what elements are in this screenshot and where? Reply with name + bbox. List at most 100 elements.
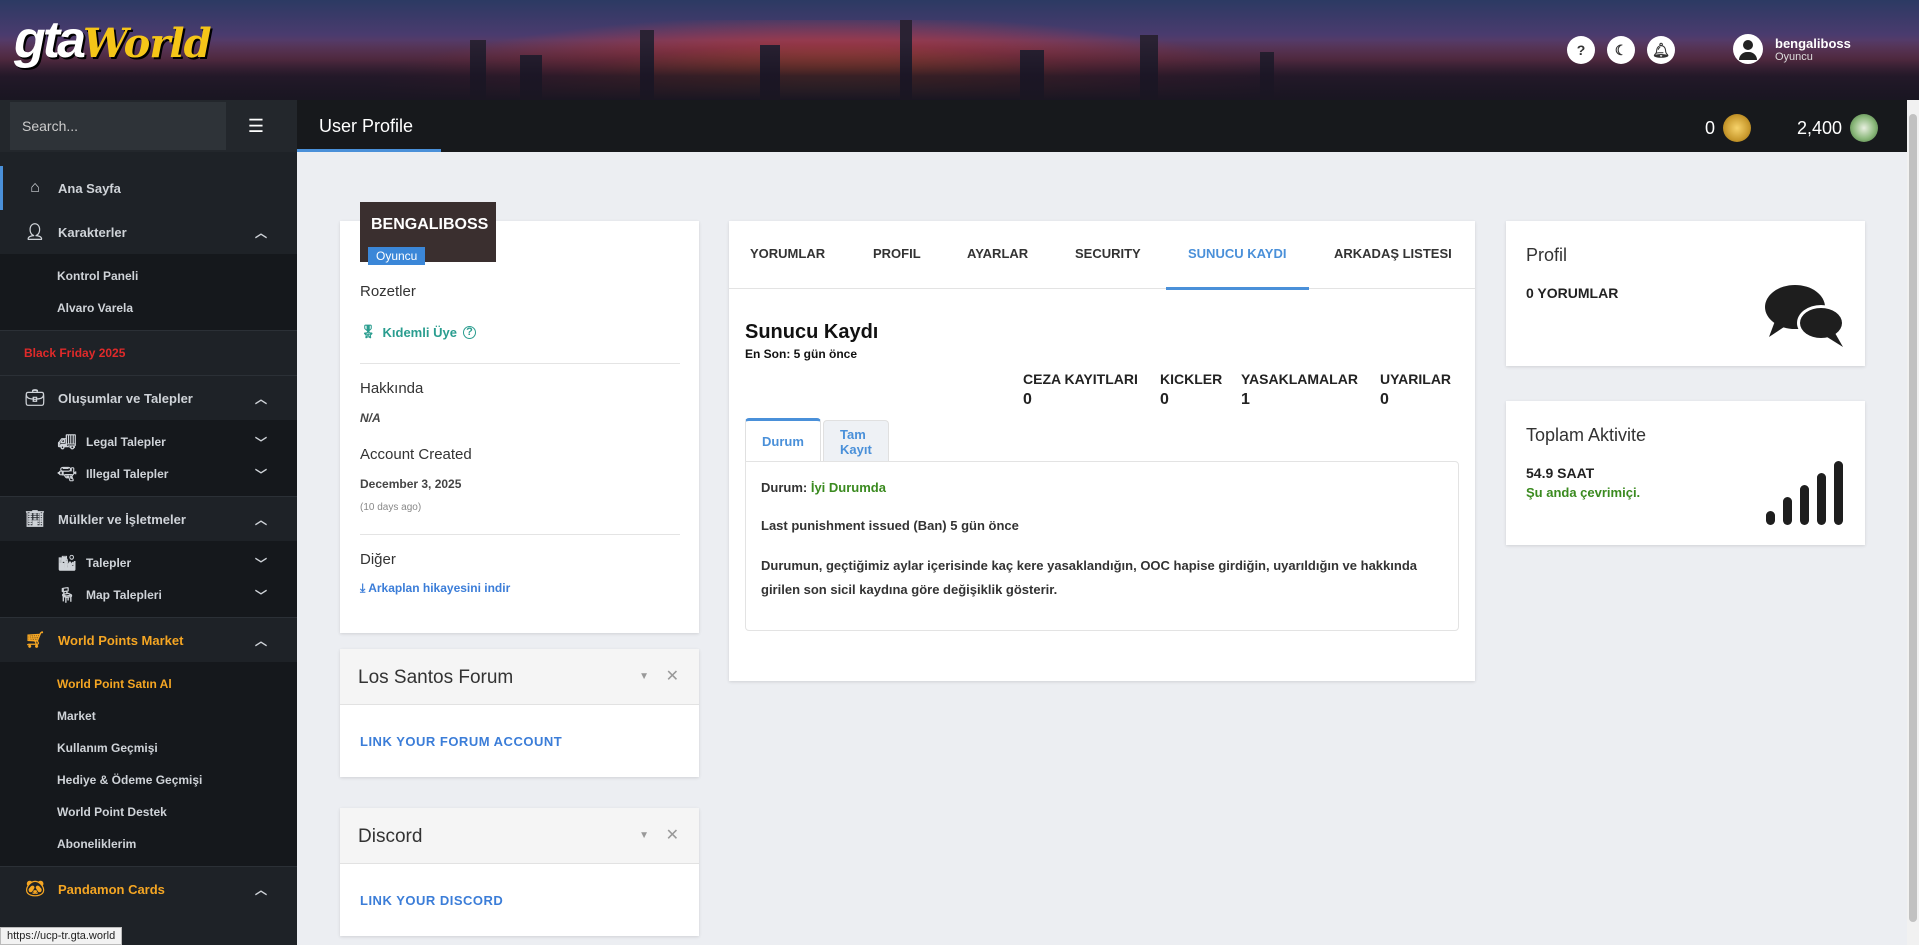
section-title: Sunucu Kaydı	[745, 321, 879, 343]
menu-toggle-button[interactable]: ☰	[226, 102, 286, 150]
sidebar-item-alvaro-varela[interactable]: Alvaro Varela	[0, 292, 297, 324]
tab-sunucu-kaydi[interactable]: SUNUCU KAYDI	[1188, 246, 1286, 261]
download-backstory-link[interactable]: ⤓ Arkaplan hikayesini indir	[360, 581, 510, 596]
page-scrollbar[interactable]	[1907, 100, 1919, 945]
forum-card: Los Santos Forum ▼ ✕ LINK YOUR FORUM ACC…	[340, 649, 699, 777]
notifications-button[interactable]: 🔔︎	[1647, 36, 1675, 64]
badges-label: Rozetler	[360, 283, 416, 300]
stat-ceza-kayitlari: CEZA KAYITLARI 0	[1023, 371, 1138, 408]
status-panel: Durum: İyi Durumda Last punishment issue…	[745, 461, 1459, 631]
topbar: User Profile 0 2,400	[297, 100, 1907, 152]
sidebar-item-ana-sayfa[interactable]: ⌂ Ana Sayfa	[0, 166, 297, 210]
close-icon[interactable]: ✕	[666, 666, 679, 686]
sidebar-item-pandamon-cards[interactable]: 🐼︎ Pandamon Cards ︿	[0, 867, 297, 911]
sidebar-item-kullanim-gecmisi[interactable]: Kullanım Geçmişi	[0, 732, 297, 764]
karakterler-submenu: Kontrol Paneli Alvaro Varela	[0, 254, 297, 330]
about-label: Hakkında	[360, 380, 424, 397]
last-updated: En Son: 5 gün önce	[745, 347, 858, 361]
sidebar-item-market[interactable]: Market	[0, 700, 297, 732]
sidebar-item-illegal-talepler[interactable]: 🔫︎ Illegal Talepler ﹀	[0, 458, 297, 490]
sidebar-item-kontrol-paneli[interactable]: Kontrol Paneli	[0, 260, 297, 292]
city-icon: 🏙︎	[57, 555, 77, 572]
sidebar-item-world-points-market[interactable]: 🛒︎ World Points Market ︿	[0, 618, 297, 662]
collapse-icon[interactable]: ▼	[639, 830, 649, 841]
sidebar-item-talepler[interactable]: 🏙︎ Talepler ﹀	[0, 547, 297, 579]
page-title: User Profile	[319, 116, 414, 136]
search-input[interactable]	[10, 102, 226, 150]
tab-security[interactable]: SECURITY	[1075, 246, 1141, 261]
account-created-date: December 3, 2025	[360, 477, 462, 491]
dark-mode-button[interactable]: ☾	[1607, 36, 1635, 64]
briefcase-icon: 💼︎	[24, 390, 46, 407]
stat-kickler: KICKLER 0	[1160, 371, 1223, 408]
tab-ayarlar[interactable]: AYARLAR	[967, 246, 1028, 261]
activity-card: Toplam Aktivite 54.9 SAAT Şu anda çevrim…	[1506, 401, 1865, 545]
user-icon: 👤︎	[24, 224, 46, 241]
chair-icon: 🪑︎	[57, 587, 77, 604]
subtab-tam-kayit[interactable]: Tam Kayıt	[823, 420, 889, 462]
active-tab-indicator	[1166, 287, 1309, 290]
gold-coin-icon	[1723, 114, 1752, 142]
chevron-up-icon: ︿	[254, 225, 267, 240]
sidebar-item-aboneliklerim[interactable]: Aboneliklerim	[0, 828, 297, 860]
tab-profil[interactable]: PROFIL	[873, 246, 921, 261]
sidebar-item-black-friday[interactable]: Black Friday 2025	[0, 331, 297, 375]
sidebar-item-mulkler[interactable]: 🏢︎ Mülkler ve İşletmeler ︿	[0, 497, 297, 541]
header-banner: gtaWorld ? ☾ 🔔︎ bengaliboss Oyuncu	[0, 0, 1919, 100]
sidebar: ☰ ⌂ Ana Sayfa 👤︎ Karakterler ︿ Kontrol P…	[0, 100, 297, 945]
panda-coin-icon	[1850, 114, 1879, 142]
hamburger-icon: ☰	[247, 115, 265, 136]
medal-icon: 🎖︎	[360, 324, 377, 339]
scrollbar-thumb[interactable]	[1909, 114, 1917, 922]
sidebar-item-world-point-satin-al[interactable]: World Point Satın Al	[0, 668, 297, 700]
help-circle-icon[interactable]: ?	[462, 325, 476, 339]
help-button[interactable]: ?	[1567, 36, 1595, 64]
signal-bar	[1817, 473, 1826, 525]
activity-hours: 54.9 SAAT	[1526, 465, 1595, 481]
tab-yorumlar[interactable]: YORUMLAR	[750, 246, 825, 261]
download-icon: ⤓	[360, 581, 366, 595]
gun-icon: 🔫︎	[57, 466, 77, 483]
stat-uyarilar: UYARILAR 0	[1380, 371, 1452, 408]
discord-card-body: LINK YOUR DISCORD	[340, 864, 699, 936]
signal-bars-icon	[1766, 461, 1843, 525]
badge-kidemli-uye[interactable]: 🎖︎ Kıdemli Üye ?	[360, 324, 476, 340]
sidebar-item-world-point-destek[interactable]: World Point Destek	[0, 796, 297, 828]
user-name: bengaliboss	[1775, 35, 1851, 51]
status-description: Durumun, geçtiğimiz aylar içerisinde kaç…	[761, 558, 1417, 597]
sidebar-item-legal-talepler[interactable]: 🚚︎ Legal Talepler ﹀	[0, 426, 297, 458]
online-status: Şu anda çevrimiçi.	[1526, 485, 1641, 500]
chevron-up-icon: ︿	[254, 633, 267, 648]
last-punishment: Last punishment issued (Ban) 5 gün önce	[761, 518, 1019, 533]
chevron-down-icon: ﹀	[254, 556, 267, 571]
signal-bar	[1783, 497, 1792, 525]
sidebar-item-map-talepleri[interactable]: 🪑︎ Map Talepleri ﹀	[0, 579, 297, 611]
close-icon[interactable]: ✕	[666, 825, 679, 845]
link-forum-account-link[interactable]: LINK YOUR FORUM ACCOUNT	[360, 734, 562, 749]
sidebar-item-karakterler[interactable]: 👤︎ Karakterler ︿	[0, 210, 297, 254]
sidebar-item-olusumlar[interactable]: 💼︎ Oluşumlar ve Talepler ︿	[0, 376, 297, 420]
signal-bar	[1800, 485, 1809, 525]
home-icon: ⌂	[30, 179, 40, 196]
link-discord-link[interactable]: LINK YOUR DISCORD	[360, 893, 503, 908]
user-menu[interactable]: bengaliboss Oyuncu	[1733, 34, 1851, 64]
site-logo[interactable]: gtaWorld	[14, 14, 212, 70]
gold-points[interactable]: 0	[1705, 114, 1752, 142]
stat-yasaklamalar: YASAKLAMALAR 1	[1241, 371, 1358, 408]
panda-icon: 🐼︎	[24, 881, 46, 898]
world-points[interactable]: 2,400	[1797, 114, 1879, 142]
forum-card-body: LINK YOUR FORUM ACCOUNT	[340, 705, 699, 777]
subtab-durum[interactable]: Durum	[745, 418, 821, 462]
truck-icon: 🚚︎	[57, 434, 77, 451]
moon-icon: ☾	[1614, 41, 1628, 58]
activity-title: Toplam Aktivite	[1526, 425, 1647, 445]
chevron-down-icon: ﹀	[254, 588, 267, 603]
sidebar-item-hediye-odeme[interactable]: Hediye & Ödeme Geçmişi	[0, 764, 297, 796]
chevron-up-icon: ︿	[254, 512, 267, 527]
tab-arkadas-listesi[interactable]: ARKADAŞ LISTESI	[1334, 246, 1452, 261]
collapse-icon[interactable]: ▼	[639, 671, 649, 682]
forum-card-title: Los Santos Forum	[358, 667, 514, 688]
comments-count: 0 YORUMLAR	[1526, 285, 1619, 301]
signal-bar	[1766, 511, 1775, 525]
forum-card-header: Los Santos Forum ▼ ✕	[340, 649, 699, 705]
